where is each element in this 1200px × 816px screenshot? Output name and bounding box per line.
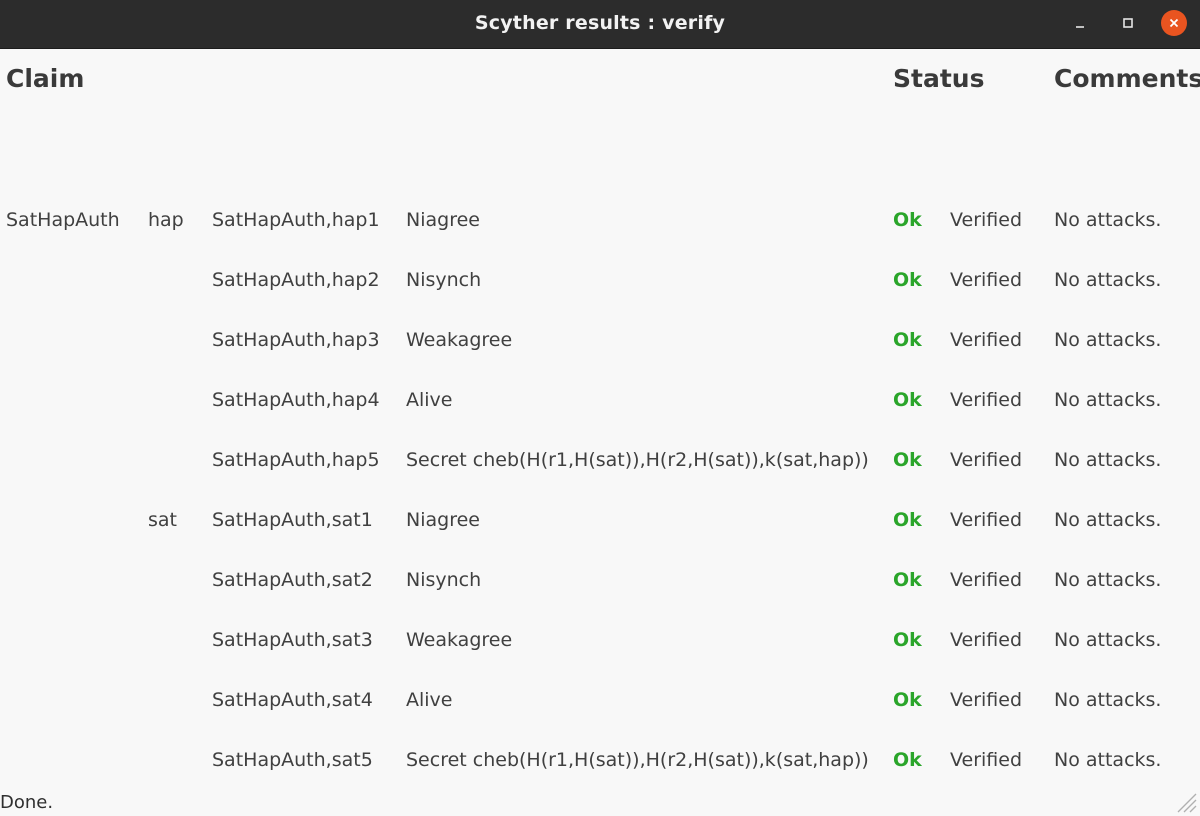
status-cell: Verified — [950, 509, 1023, 531]
claim-id-cell: SatHapAuth,sat1 — [212, 509, 373, 531]
status-cell: Verified — [950, 749, 1023, 771]
title-bar[interactable]: Scyther results : verify — [0, 0, 1200, 49]
role-cell: hap — [148, 209, 184, 231]
result-cell: Ok — [893, 689, 922, 711]
claim-cell: Secret cheb(H(r1,H(sat)),H(r2,H(sat)),k(… — [406, 749, 869, 771]
comment-cell: No attacks. — [1054, 449, 1162, 471]
claim-cell: Alive — [406, 389, 453, 411]
comment-cell: No attacks. — [1054, 569, 1162, 591]
result-cell: Ok — [893, 269, 922, 291]
scyther-results-window: Scyther results : verify Claim Status Co… — [0, 0, 1200, 816]
status-cell: Verified — [950, 329, 1023, 351]
claim-cell: Secret cheb(H(r1,H(sat)),H(r2,H(sat)),k(… — [406, 449, 869, 471]
result-cell: Ok — [893, 329, 922, 351]
claim-cell: Alive — [406, 689, 453, 711]
status-cell: Verified — [950, 389, 1023, 411]
claim-cell: Niagree — [406, 509, 480, 531]
claim-id-cell: SatHapAuth,sat4 — [212, 689, 373, 711]
status-cell: Verified — [950, 569, 1023, 591]
comment-cell: No attacks. — [1054, 329, 1162, 351]
comment-cell: No attacks. — [1054, 269, 1162, 291]
claim-cell: Niagree — [406, 209, 480, 231]
header-status: Status — [893, 64, 985, 93]
claim-id-cell: SatHapAuth,hap1 — [212, 209, 380, 231]
maximize-icon — [1123, 18, 1133, 28]
minimize-icon — [1076, 26, 1084, 28]
result-cell: Ok — [893, 509, 922, 531]
claim-id-cell: SatHapAuth,sat3 — [212, 629, 373, 651]
comment-cell: No attacks. — [1054, 629, 1162, 651]
close-icon — [1169, 18, 1179, 28]
result-cell: Ok — [893, 389, 922, 411]
comment-cell: No attacks. — [1054, 689, 1162, 711]
claim-id-cell: SatHapAuth,hap2 — [212, 269, 380, 291]
claim-id-cell: SatHapAuth,sat5 — [212, 749, 373, 771]
status-cell: Verified — [950, 449, 1023, 471]
result-cell: Ok — [893, 449, 922, 471]
status-cell: Verified — [950, 689, 1023, 711]
comment-cell: No attacks. — [1054, 389, 1162, 411]
close-button[interactable] — [1161, 10, 1187, 36]
claim-cell: Nisynch — [406, 569, 482, 591]
result-cell: Ok — [893, 209, 922, 231]
window-title: Scyther results : verify — [474, 12, 726, 34]
maximize-button[interactable] — [1115, 10, 1141, 36]
header-comments: Comments — [1054, 64, 1200, 93]
minimize-button[interactable] — [1067, 10, 1093, 36]
status-cell: Verified — [950, 629, 1023, 651]
resize-grip-icon[interactable] — [1172, 788, 1198, 814]
claim-cell: Weakagree — [406, 329, 513, 351]
claim-cell: Nisynch — [406, 269, 482, 291]
status-cell: Verified — [950, 269, 1023, 291]
claim-id-cell: SatHapAuth,hap5 — [212, 449, 380, 471]
claim-id-cell: SatHapAuth,hap3 — [212, 329, 380, 351]
claim-id-cell: SatHapAuth,hap4 — [212, 389, 380, 411]
result-cell: Ok — [893, 569, 922, 591]
result-cell: Ok — [893, 629, 922, 651]
comment-cell: No attacks. — [1054, 209, 1162, 231]
protocol-cell: SatHapAuth — [6, 209, 120, 231]
comment-cell: No attacks. — [1054, 509, 1162, 531]
claim-cell: Weakagree — [406, 629, 513, 651]
claim-id-cell: SatHapAuth,sat2 — [212, 569, 373, 591]
comment-cell: No attacks. — [1054, 749, 1162, 771]
status-bar-text: Done. — [0, 792, 54, 813]
role-cell: sat — [148, 509, 177, 531]
result-cell: Ok — [893, 749, 922, 771]
header-claim: Claim — [6, 64, 85, 93]
status-cell: Verified — [950, 209, 1023, 231]
